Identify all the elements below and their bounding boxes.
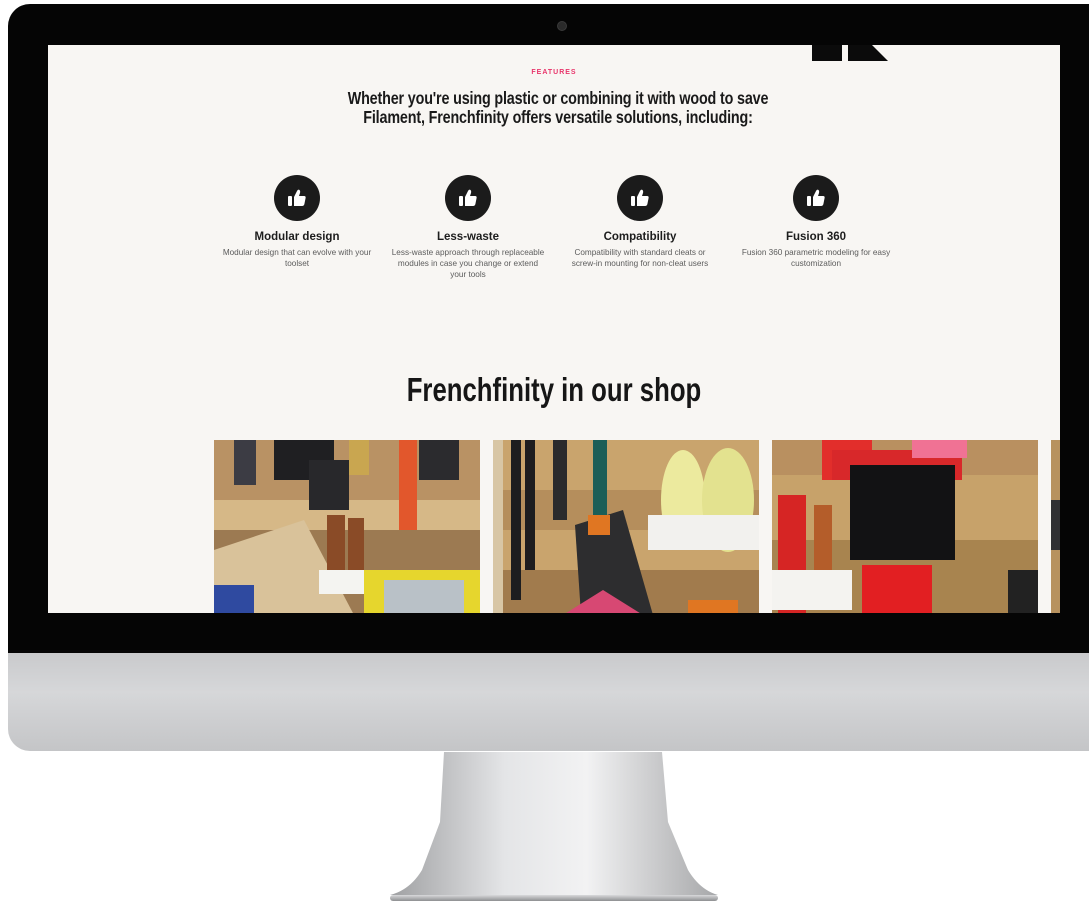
decorative-shape bbox=[812, 45, 888, 61]
feature-description: Compatibility with standard cleats or sc… bbox=[571, 248, 709, 268]
shop-photo-4[interactable] bbox=[1051, 440, 1060, 613]
shop-photo-1[interactable] bbox=[214, 440, 480, 613]
feature-description: Modular design that can evolve with your… bbox=[222, 248, 372, 268]
monitor-stand bbox=[390, 752, 718, 901]
thumbs-up-icon bbox=[793, 175, 839, 221]
feature-title: Modular design bbox=[254, 231, 340, 243]
thumbs-up-icon bbox=[274, 175, 320, 221]
shop-photo-2[interactable] bbox=[493, 440, 759, 613]
shop-photo-gallery bbox=[48, 440, 1060, 613]
feature-title: Compatibility bbox=[603, 231, 677, 243]
features-headline: Whether you're using plastic or combinin… bbox=[347, 88, 769, 127]
feature-title: Less-waste bbox=[436, 231, 499, 243]
camera-icon bbox=[557, 21, 567, 31]
website-screen: FEATURES Whether you're using plastic or… bbox=[48, 45, 1060, 613]
section-eyebrow: FEATURES bbox=[531, 69, 577, 76]
shop-photo-3[interactable] bbox=[772, 440, 1038, 613]
feature-description: Fusion 360 parametric modeling for easy … bbox=[741, 248, 891, 268]
feature-title: Fusion 360 bbox=[785, 231, 847, 243]
feature-description: Less-waste approach through replaceable … bbox=[391, 248, 545, 279]
shop-section-title: Frenchfinity in our shop bbox=[406, 371, 702, 408]
feature-fusion-360: Fusion 360 Fusion 360 parametric modelin… bbox=[731, 175, 901, 269]
feature-compatibility: Compatibility Compatibility with standar… bbox=[555, 175, 725, 269]
thumbs-up-icon bbox=[617, 175, 663, 221]
monitor-chin bbox=[8, 653, 1089, 751]
feature-modular-design: Modular design Modular design that can e… bbox=[212, 175, 382, 269]
feature-less-waste: Less-waste Less-waste approach through r… bbox=[383, 175, 553, 280]
thumbs-up-icon bbox=[445, 175, 491, 221]
